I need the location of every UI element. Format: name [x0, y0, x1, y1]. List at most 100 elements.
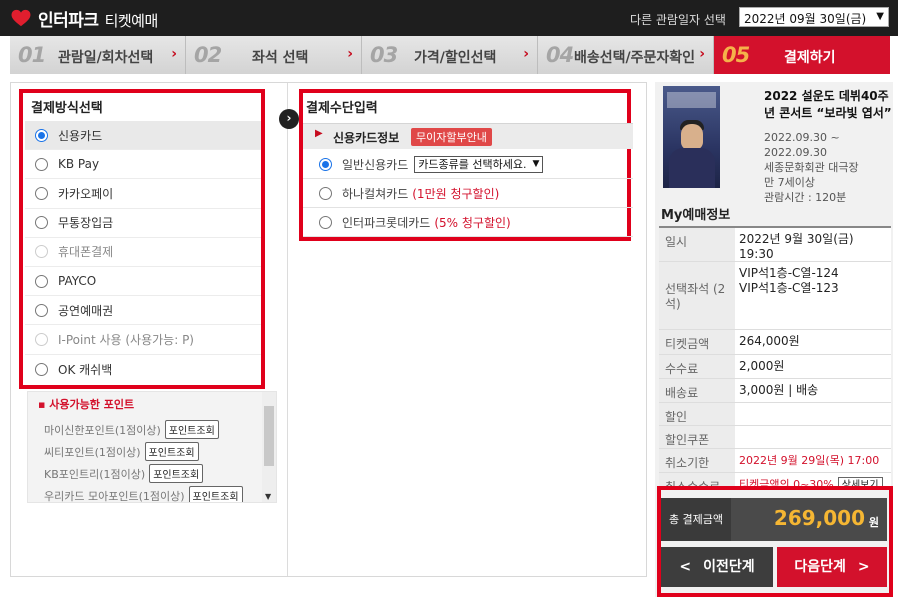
total-unit: 원	[868, 516, 879, 529]
radio-icon[interactable]	[35, 157, 48, 171]
payment-option-okcashbag[interactable]: OK 캐쉬백	[25, 355, 261, 384]
top-header: 인터파크 티켓예매 다른 관람일자 선택 2022년 09월 30일(금) ▼	[0, 0, 898, 36]
payment-option-label: OK 캐쉬백	[58, 362, 113, 377]
chevron-down-icon: ▼	[876, 11, 884, 22]
point-row-label: 우리카드 모아포인트(1점이상)	[44, 490, 185, 503]
chevron-right-icon: ›	[699, 46, 705, 62]
show-title: 2022 설운도 데뷔40주년 콘서트 “보라빛 엽서”	[764, 89, 892, 120]
scrollbar-thumb[interactable]	[264, 406, 274, 466]
date-select[interactable]: 2022년 09월 30일(금) ▼	[739, 7, 889, 27]
radio-icon[interactable]	[319, 186, 332, 200]
payment-option-label: 공연예매권	[58, 303, 114, 318]
radio-disabled-icon	[35, 332, 48, 346]
prev-step-label: 이전단계	[703, 559, 755, 575]
payment-option-label: 휴대폰결제	[58, 245, 114, 260]
points-title-text: 사용가능한 포인트	[49, 398, 135, 411]
card-option-label: 하나컬쳐카드	[342, 186, 409, 201]
discount-text: (5% 청구할인)	[434, 215, 511, 230]
payment-method-title: 결제방식선택	[31, 101, 103, 116]
payment-option-voucher[interactable]: 공연예매권	[25, 296, 261, 326]
chevron-right-icon: ›	[171, 46, 177, 62]
info-key: 선택좌석 (2석)	[659, 262, 735, 329]
points-scrollbar[interactable]: ▼	[262, 392, 276, 502]
radio-selected-icon[interactable]	[319, 157, 332, 171]
chevron-down-icon: ▼	[532, 158, 540, 169]
radio-icon[interactable]	[35, 303, 48, 317]
total-section: 총 결제금액 269,000 원 < 이전단계 다음단계 >	[655, 486, 893, 597]
step-progress: 01 관람일/회차선택 › 02 좌석 선택 › 03 가격/할인선택 › 04…	[10, 36, 890, 74]
point-row: 씨티포인트(1점이상) 포인트조회	[44, 442, 199, 461]
my-booking-title: My예매정보	[661, 208, 731, 223]
step-5-active: 05 결제하기	[714, 36, 890, 74]
payment-option-kbpay[interactable]: KB Pay	[25, 150, 261, 180]
info-row: 일시 2022년 9월 30일(금) 19:30	[659, 228, 891, 262]
info-value	[735, 403, 891, 425]
payment-option-label: 카카오페이	[58, 186, 114, 201]
booking-info-table: 일시 2022년 9월 30일(금) 19:30 선택좌석 (2석) VIP석1…	[659, 226, 891, 497]
step-number: 02	[194, 43, 222, 67]
radio-icon[interactable]	[35, 186, 48, 200]
payment-option-credit-card[interactable]: 신용카드	[25, 121, 261, 151]
date-select-value: 2022년 09월 30일(금)	[744, 12, 867, 26]
radio-icon[interactable]	[35, 274, 48, 288]
info-key: 티켓금액	[659, 330, 735, 354]
radio-icon[interactable]	[319, 215, 332, 229]
card-option-label: 일반신용카드	[342, 157, 409, 172]
app-logo: 인터파크 티켓예매	[38, 6, 158, 31]
info-value: 264,000원	[735, 330, 891, 354]
radio-selected-icon[interactable]	[35, 128, 48, 142]
point-check-button[interactable]: 포인트조회	[144, 442, 199, 461]
step-label: 가격/할인선택	[414, 50, 497, 66]
card-option-hana[interactable]: 하나컬쳐카드 (1만원 청구할인)	[303, 179, 633, 208]
info-row: 수수료 2,000원	[659, 355, 891, 379]
payment-option-ipoint: I-Point 사용 (사용가능: P)	[25, 325, 261, 355]
step-number: 03	[370, 43, 398, 67]
discount-text: (1만원 청구할인)	[412, 186, 500, 201]
next-step-button[interactable]: 다음단계 >	[777, 547, 887, 587]
card-option-general[interactable]: 일반신용카드 카드종류를 선택하세요. ▼	[303, 150, 633, 179]
info-value: 2022년 9월 29일(목) 17:00	[735, 449, 891, 472]
total-amount: 269,000	[773, 506, 865, 530]
next-step-label: 다음단계	[794, 559, 846, 575]
points-title: ▪ 사용가능한 포인트	[38, 398, 135, 411]
payment-option-bank-deposit[interactable]: 무통장입금	[25, 209, 261, 238]
available-points-panel: ▪ 사용가능한 포인트 마이신한포인트(1점이상) 포인트조회 씨티포인트(1점이…	[27, 391, 277, 503]
point-check-button[interactable]: 포인트조회	[149, 464, 204, 483]
radio-icon[interactable]	[35, 362, 48, 376]
card-type-select[interactable]: 카드종류를 선택하세요. ▼	[414, 155, 544, 173]
point-row: 우리카드 모아포인트(1점이상) 포인트조회	[44, 486, 243, 503]
payment-option-kakaopay[interactable]: 카카오페이	[25, 179, 261, 209]
info-row: 할인	[659, 403, 891, 426]
point-check-button[interactable]: 포인트조회	[164, 420, 219, 439]
logo-subtitle: 티켓예매	[104, 12, 159, 30]
caret-right-icon: ▶	[315, 128, 323, 139]
info-value: 3,000원 | 배송	[735, 379, 891, 402]
chevron-right-icon: ›	[523, 46, 529, 62]
chevron-left-icon: <	[679, 559, 692, 575]
card-option-interpark[interactable]: 인터파크롯데카드 (5% 청구할인)	[303, 208, 633, 237]
payment-option-payco[interactable]: PAYCO	[25, 267, 261, 297]
info-row: 취소기한 2022년 9월 29일(목) 17:00	[659, 449, 891, 473]
card-option-label: 인터파크롯데카드	[342, 215, 431, 230]
prev-step-button[interactable]: < 이전단계	[661, 547, 773, 587]
radio-disabled-icon	[35, 245, 48, 259]
point-row-label: 마이신한포인트(1점이상)	[44, 424, 161, 437]
step-label: 좌석 선택	[252, 50, 309, 66]
step-label: 관람일/회차선택	[58, 50, 154, 66]
scroll-down-icon[interactable]: ▼	[265, 492, 271, 501]
step-4: 04 배송선택/주문자확인 ›	[538, 36, 714, 74]
total-label: 총 결제금액	[661, 498, 731, 541]
payment-option-label: PAYCO	[58, 274, 97, 289]
info-value: 2,000원	[735, 355, 891, 378]
info-key: 일시	[659, 228, 735, 261]
radio-icon[interactable]	[35, 216, 48, 230]
main-panel: 결제방식선택 신용카드 KB Pay 카카오페이 무통장입금 휴대폰결제 PAY…	[10, 82, 647, 577]
poster-face	[681, 124, 703, 150]
info-row: 선택좌석 (2석) VIP석1층-C열-124 VIP석1층-C열-123	[659, 262, 891, 330]
point-check-button[interactable]: 포인트조회	[188, 486, 243, 502]
card-info-label: 신용카드정보	[333, 131, 400, 145]
booking-summary-panel: 2022 설운도 데뷔40주년 콘서트 “보라빛 엽서” 2022.09.30 …	[655, 82, 893, 597]
payment-option-label: I-Point 사용 (사용가능: P)	[58, 332, 194, 347]
chevron-right-icon: ›	[347, 46, 353, 62]
installment-info-button[interactable]: 무이자할부안내	[411, 128, 492, 146]
